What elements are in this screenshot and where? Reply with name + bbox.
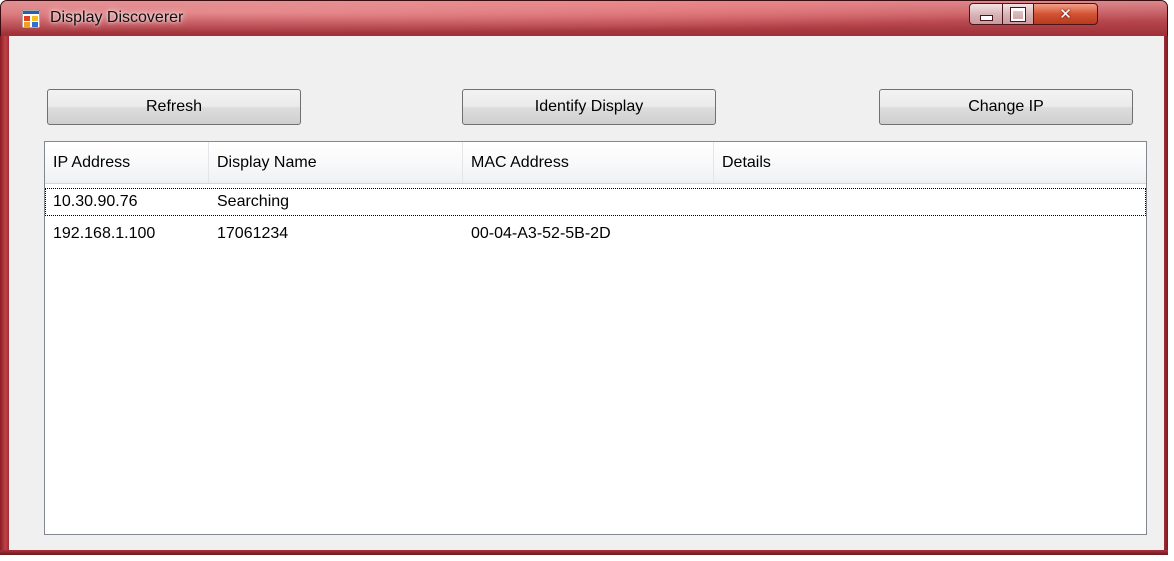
change-ip-button-label: Change IP xyxy=(968,98,1044,115)
maximize-button[interactable] xyxy=(1002,3,1034,25)
app-window-icon[interactable] xyxy=(22,10,40,28)
minimize-button[interactable] xyxy=(969,3,1003,25)
maximize-icon xyxy=(1010,6,1026,22)
cell-ip-address: 10.30.90.76 xyxy=(53,193,138,210)
change-ip-button[interactable]: Change IP xyxy=(879,89,1133,125)
refresh-button-label: Refresh xyxy=(145,98,203,115)
display-list[interactable]: IP Address Display Name MAC Address Deta… xyxy=(44,141,1147,535)
table-row[interactable]: 10.30.90.76 Searching xyxy=(45,188,1146,216)
client-area-top xyxy=(9,36,1164,66)
window-frame-right xyxy=(1164,36,1168,555)
cell-mac-address xyxy=(463,188,714,216)
close-icon: ✕ xyxy=(1059,5,1072,23)
refresh-button[interactable]: Refresh xyxy=(47,89,301,125)
table-row[interactable]: 192.168.1.100 17061234 00-04-A3-52-5B-2D xyxy=(45,220,1146,248)
cell-mac-address: 00-04-A3-52-5B-2D xyxy=(471,225,611,242)
window-title: Display Discoverer xyxy=(50,9,184,26)
window-frame-bottom xyxy=(0,550,1168,555)
title-bar[interactable]: Display Discoverer ✕ xyxy=(1,1,1167,37)
cell-display-name: 17061234 xyxy=(217,225,289,242)
list-header: IP Address Display Name MAC Address Deta… xyxy=(45,142,1146,184)
column-header-details[interactable]: Details xyxy=(714,142,1146,183)
column-header-mac-address[interactable]: MAC Address xyxy=(463,142,714,183)
cell-details xyxy=(714,220,1146,248)
close-button[interactable]: ✕ xyxy=(1033,3,1098,25)
cell-details xyxy=(714,188,1146,216)
cell-ip-address: 192.168.1.100 xyxy=(53,225,156,242)
identify-display-button[interactable]: Identify Display xyxy=(462,89,716,125)
identify-display-button-label: Identify Display xyxy=(534,98,644,115)
minimize-icon xyxy=(979,15,993,21)
cell-display-name: Searching xyxy=(217,193,290,210)
window-frame-left xyxy=(0,36,9,555)
column-header-display-name[interactable]: Display Name xyxy=(209,142,463,183)
column-header-ip-address[interactable]: IP Address xyxy=(45,142,209,183)
